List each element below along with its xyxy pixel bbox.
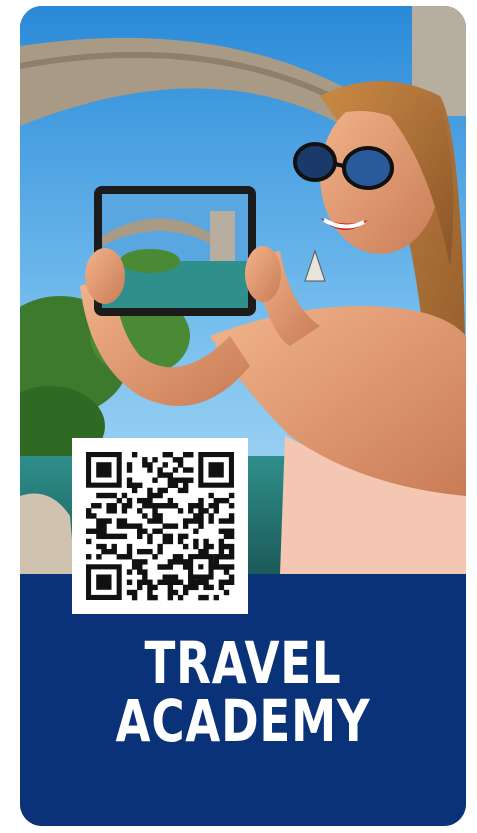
travel-academy-card: TRAVEL ACADEMY [20,6,466,826]
qr-code[interactable] [72,438,248,614]
qr-code-icon [86,452,235,601]
brand-title: TRAVEL ACADEMY [69,634,417,750]
brand-title-line2: ACADEMY [115,687,371,755]
brand-title-line1: TRAVEL [144,629,342,697]
